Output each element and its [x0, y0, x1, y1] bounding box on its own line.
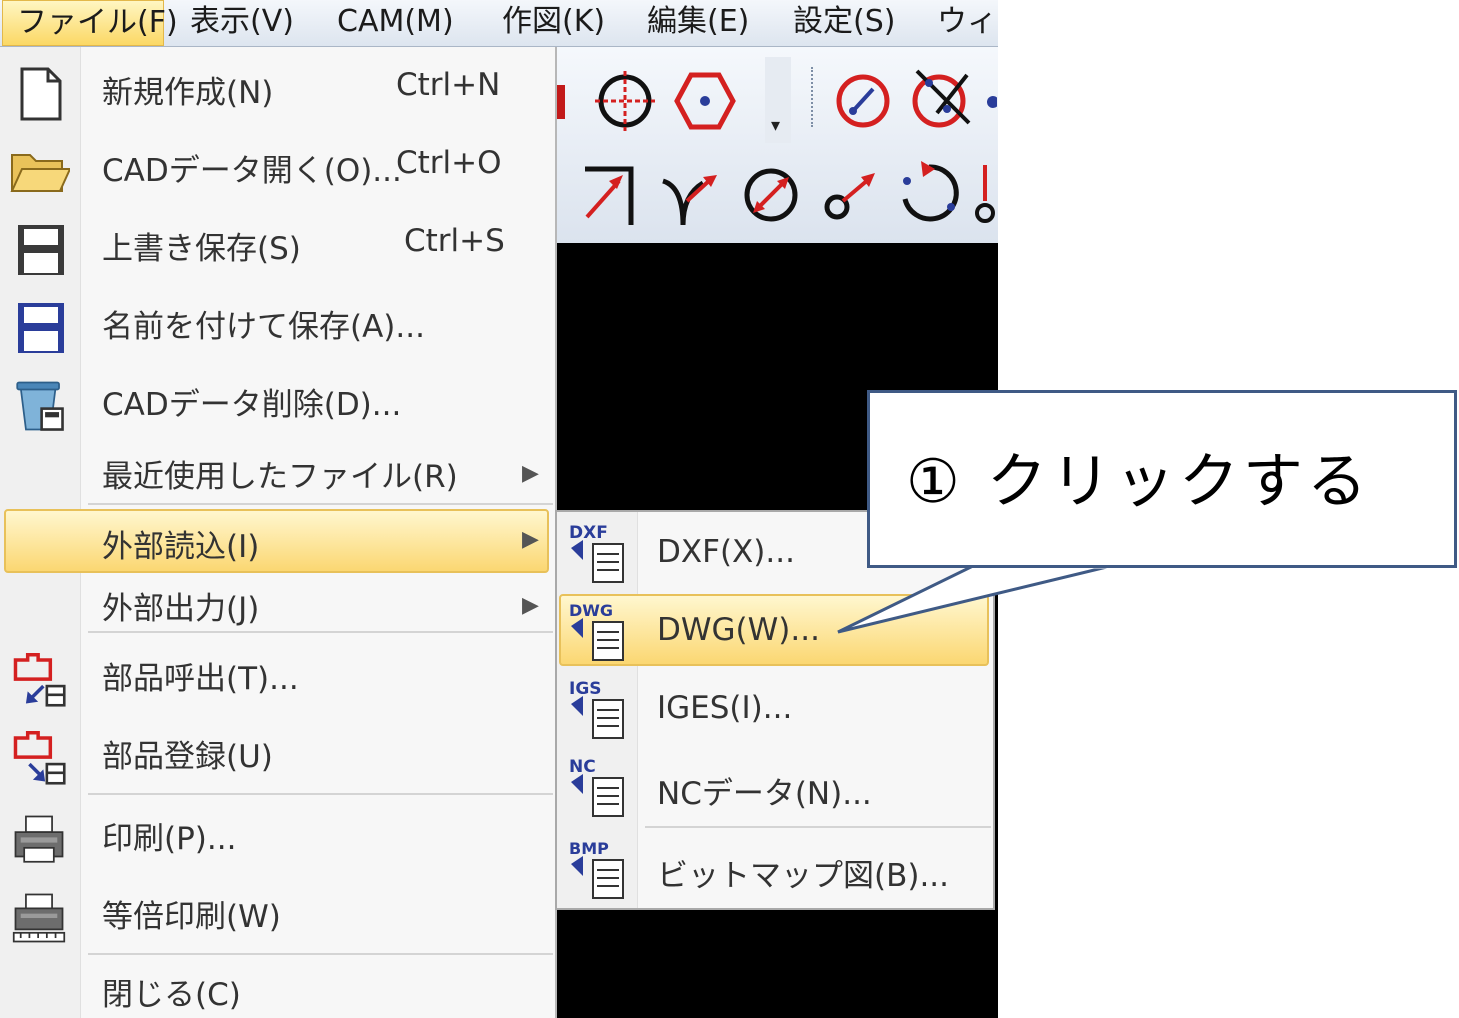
instruction-callout: ① クリックする [867, 390, 1457, 568]
callout-text: ① クリックする [906, 447, 1371, 517]
